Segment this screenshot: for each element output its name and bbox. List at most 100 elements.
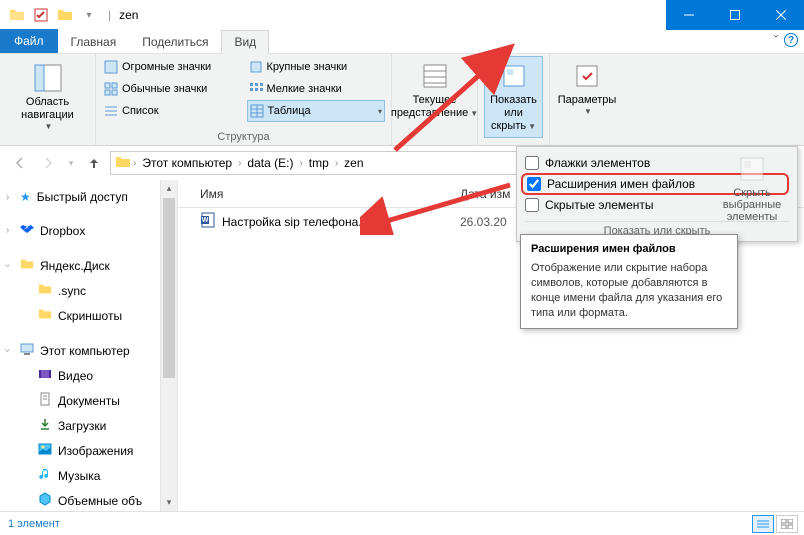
show-hide-dropdown: Флажки элементов Расширения имен файлов … bbox=[516, 146, 798, 242]
forward-button[interactable] bbox=[36, 151, 60, 175]
cube-icon bbox=[38, 492, 52, 509]
title-separator: | bbox=[108, 8, 111, 22]
nav-downloads[interactable]: Загрузки bbox=[0, 413, 177, 438]
group-label-layout: Структура bbox=[96, 131, 391, 143]
nav-dropbox[interactable]: ›Dropbox bbox=[0, 218, 177, 243]
hide-selected-button[interactable]: Скрыть выбранные элементы bbox=[717, 153, 787, 223]
breadcrumb[interactable]: tmp bbox=[305, 154, 333, 172]
tab-home[interactable]: Главная bbox=[58, 29, 130, 53]
navigation-pane: ›★Быстрый доступ ›Dropbox ›Яндекс.Диск .… bbox=[0, 180, 178, 511]
tooltip-title: Расширения имен файлов bbox=[531, 243, 727, 255]
chevron-down-icon: ▾ bbox=[378, 107, 382, 116]
minimize-button[interactable] bbox=[666, 0, 712, 30]
view-details-button[interactable] bbox=[752, 515, 774, 533]
file-name: Настройка sip телефона.docx bbox=[222, 215, 387, 229]
layout-table[interactable]: Таблица▾ bbox=[247, 100, 386, 122]
chevron-right-icon[interactable]: › bbox=[335, 158, 338, 169]
ribbon-collapse-icon[interactable]: ˇ bbox=[774, 33, 778, 47]
checkbox-icon[interactable] bbox=[527, 177, 541, 191]
layout-normal-icons[interactable]: Обычные значки bbox=[102, 78, 241, 100]
view-switcher bbox=[752, 515, 798, 533]
folder-icon bbox=[20, 257, 34, 274]
qat-properties-icon[interactable] bbox=[30, 4, 52, 26]
chevron-down-icon: ▼ bbox=[470, 109, 478, 118]
window-title: zen bbox=[119, 8, 138, 22]
video-icon bbox=[38, 367, 52, 384]
close-button[interactable] bbox=[758, 0, 804, 30]
word-doc-icon: W bbox=[200, 212, 216, 231]
nav-yandex-disk[interactable]: ›Яндекс.Диск bbox=[0, 253, 177, 278]
column-name[interactable]: Имя bbox=[200, 187, 460, 201]
chevron-right-icon[interactable]: › bbox=[238, 158, 241, 169]
layout-huge-icons[interactable]: Огромные значки bbox=[102, 56, 241, 78]
tab-file[interactable]: Файл bbox=[0, 29, 58, 53]
layout-large-icons[interactable]: Крупные значки bbox=[247, 56, 386, 78]
svg-text:W: W bbox=[202, 217, 209, 224]
chevron-down-icon: ▼ bbox=[584, 107, 592, 117]
breadcrumb[interactable]: data (E:) bbox=[243, 154, 297, 172]
folder-icon bbox=[54, 4, 76, 26]
maximize-button[interactable] bbox=[712, 0, 758, 30]
chevron-down-icon[interactable]: › bbox=[2, 349, 13, 352]
current-view-icon bbox=[419, 60, 451, 92]
breadcrumb[interactable]: Этот компьютер bbox=[138, 154, 236, 172]
current-view-button[interactable]: Текущее представление▼ bbox=[398, 56, 471, 124]
status-item-count: 1 элемент bbox=[8, 518, 60, 530]
folder-icon bbox=[38, 282, 52, 299]
scrollbar-thumb[interactable] bbox=[163, 198, 175, 378]
scroll-down-icon[interactable]: ▾ bbox=[161, 494, 177, 511]
show-hide-icon bbox=[498, 60, 530, 92]
nav-documents[interactable]: Документы bbox=[0, 388, 177, 413]
view-icons-button[interactable] bbox=[776, 515, 798, 533]
quick-access-toolbar: ▾ | zen bbox=[0, 4, 138, 26]
checkbox-icon[interactable] bbox=[525, 198, 539, 212]
tooltip-body: Отображение или скрытие набора символов,… bbox=[531, 261, 727, 320]
checkbox-icon[interactable] bbox=[525, 156, 539, 170]
nav-screenshots[interactable]: Скриншоты bbox=[0, 303, 177, 328]
navigation-pane-icon bbox=[32, 62, 64, 94]
show-hide-button[interactable]: Показать или скрыть▼ bbox=[484, 56, 543, 138]
nav-this-pc[interactable]: ›Этот компьютер bbox=[0, 338, 177, 363]
folder-icon bbox=[6, 4, 28, 26]
nav-videos[interactable]: Видео bbox=[0, 363, 177, 388]
hide-selected-icon bbox=[736, 153, 768, 185]
ribbon-tabs: Файл Главная Поделиться Вид ˇ ? bbox=[0, 30, 804, 54]
chevron-right-icon[interactable]: › bbox=[299, 158, 302, 169]
star-icon: ★ bbox=[20, 190, 31, 204]
pc-icon bbox=[20, 342, 34, 359]
chevron-down-icon[interactable]: › bbox=[2, 264, 13, 267]
window-controls bbox=[666, 0, 804, 30]
options-icon bbox=[571, 60, 603, 92]
chevron-right-icon[interactable]: › bbox=[6, 225, 9, 236]
qat-dropdown-icon[interactable]: ▾ bbox=[78, 4, 100, 26]
breadcrumb[interactable]: zen bbox=[340, 154, 367, 172]
nav-quick-access[interactable]: ›★Быстрый доступ bbox=[0, 186, 177, 208]
folder-icon bbox=[115, 154, 131, 173]
music-icon bbox=[38, 467, 52, 484]
help-icon[interactable]: ? bbox=[784, 33, 798, 47]
dropbox-icon bbox=[20, 222, 34, 239]
recent-locations-button[interactable]: ▾ bbox=[64, 151, 78, 175]
back-button[interactable] bbox=[8, 151, 32, 175]
tab-view[interactable]: Вид bbox=[221, 30, 269, 54]
nav-3d-objects[interactable]: Объемные объ bbox=[0, 488, 177, 511]
up-button[interactable] bbox=[82, 151, 106, 175]
download-icon bbox=[38, 417, 52, 434]
navigation-pane-button[interactable]: Область навигации ▼ bbox=[6, 58, 89, 136]
picture-icon bbox=[38, 442, 52, 459]
scroll-up-icon[interactable]: ▴ bbox=[161, 180, 177, 197]
titlebar: ▾ | zen bbox=[0, 0, 804, 30]
chevron-right-icon[interactable]: › bbox=[6, 192, 9, 203]
nav-pictures[interactable]: Изображения bbox=[0, 438, 177, 463]
ribbon: Область навигации ▼ Огромные значки Круп… bbox=[0, 54, 804, 146]
chevron-right-icon[interactable]: › bbox=[133, 158, 136, 169]
nav-sync[interactable]: .sync bbox=[0, 278, 177, 303]
status-bar: 1 элемент bbox=[0, 511, 804, 535]
nav-scrollbar[interactable]: ▴ ▾ bbox=[160, 180, 177, 511]
nav-music[interactable]: Музыка bbox=[0, 463, 177, 488]
tab-share[interactable]: Поделиться bbox=[129, 29, 221, 53]
layout-small-icons[interactable]: Мелкие значки bbox=[247, 78, 386, 100]
layout-list[interactable]: Список bbox=[102, 100, 241, 122]
folder-icon bbox=[38, 307, 52, 324]
options-button[interactable]: Параметры ▼ bbox=[556, 56, 618, 121]
